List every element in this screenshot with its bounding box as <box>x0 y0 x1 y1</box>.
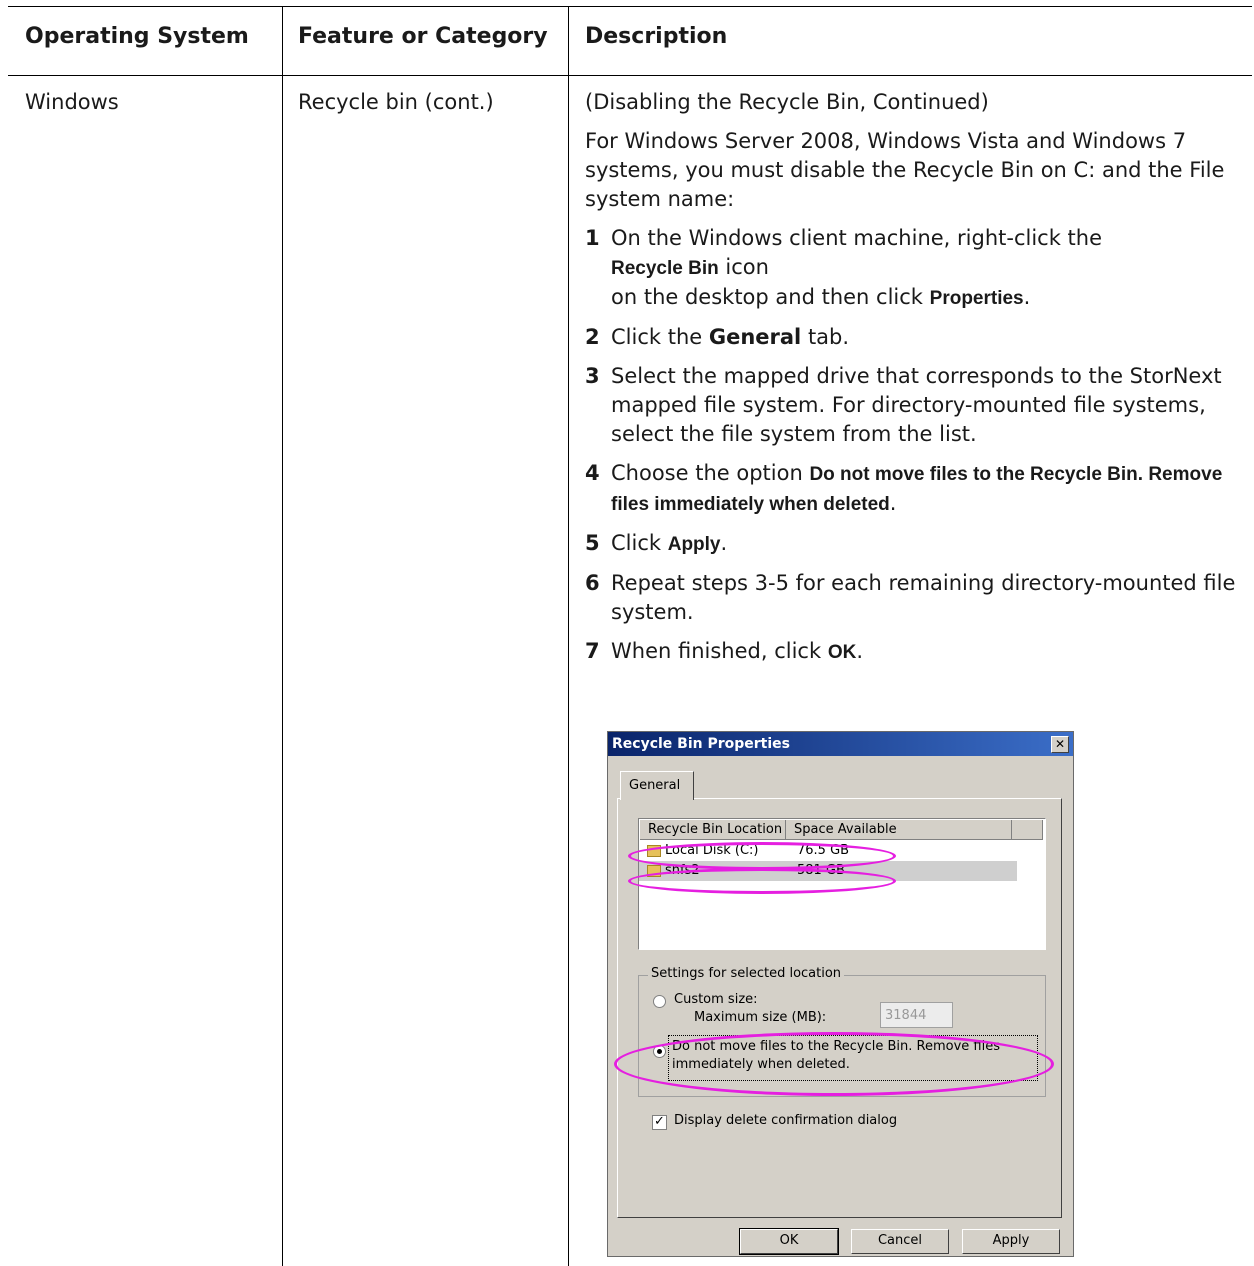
cell-os: Windows <box>25 90 119 114</box>
column-divider <box>282 6 283 1266</box>
description-cell: (Disabling the Recycle Bin, Continued) F… <box>585 88 1245 677</box>
column-header-blank <box>1012 820 1043 840</box>
step-number: 3 <box>585 364 600 388</box>
header-feature: Feature or Category <box>298 24 548 49</box>
step-7: 7 When finished, click OK. <box>585 637 1245 667</box>
step-text: . <box>856 639 863 663</box>
recycle-bin-properties-dialog: Recycle Bin Properties ✕ General Recycle… <box>607 731 1074 1257</box>
tab-general[interactable]: General <box>620 771 694 800</box>
table-top-rule <box>8 6 1252 7</box>
cell-feature: Recycle bin (cont.) <box>298 90 494 114</box>
step-text: . <box>720 531 728 555</box>
close-icon[interactable]: ✕ <box>1051 736 1069 753</box>
step-text: Select the mapped drive that corresponds… <box>611 364 1222 446</box>
ui-term: OK <box>827 642 857 663</box>
tab-label: General <box>629 778 681 793</box>
header-operating-system: Operating System <box>25 24 249 49</box>
step-number: 6 <box>585 571 600 595</box>
ui-term: Recycle Bin <box>611 258 719 279</box>
highlight-oval <box>628 842 896 870</box>
cancel-button[interactable]: Cancel <box>851 1229 949 1254</box>
step-text: icon <box>718 255 769 279</box>
ui-term: Apply <box>667 534 721 555</box>
ui-term: Properties <box>929 288 1024 309</box>
custom-size-radio[interactable] <box>653 995 666 1008</box>
step-number: 7 <box>585 639 600 663</box>
display-confirm-checkbox[interactable]: ✓ <box>652 1115 667 1130</box>
step-text: tab. <box>801 325 850 349</box>
step-5: 5 Click Apply. <box>585 529 1245 559</box>
apply-button[interactable]: Apply <box>962 1229 1060 1254</box>
step-number: 1 <box>585 226 600 250</box>
ok-button[interactable]: OK <box>739 1228 839 1255</box>
step-text: When finished, click <box>611 639 828 663</box>
custom-size-label: Custom size: <box>674 992 758 1007</box>
table-header-rule <box>8 75 1252 76</box>
step-4: 4 Choose the option Do not move files to… <box>585 459 1245 519</box>
display-confirm-label: Display delete confirmation dialog <box>674 1113 898 1128</box>
step-number: 2 <box>585 325 600 349</box>
step-text: Click the <box>611 325 709 349</box>
step-text: On the Windows client machine, right-cli… <box>611 226 1102 250</box>
highlight-oval <box>614 1032 1054 1096</box>
highlight-oval <box>628 868 896 894</box>
step-6: 6 Repeat steps 3-5 for each remaining di… <box>585 569 1245 627</box>
ui-term: General <box>708 325 802 349</box>
step-text: . <box>889 491 897 515</box>
step-number: 5 <box>585 531 600 555</box>
group-label: Settings for selected location <box>648 966 845 981</box>
max-size-label: Maximum size (MB): <box>694 1010 827 1025</box>
column-header-space[interactable]: Space Available <box>786 820 1012 840</box>
column-divider <box>568 6 569 1266</box>
step-number: 4 <box>585 461 600 485</box>
step-text: Choose the option <box>611 461 810 485</box>
dialog-title: Recycle Bin Properties <box>612 736 791 752</box>
step-1: 1 On the Windows client machine, right-c… <box>585 224 1245 313</box>
step-3: 3 Select the mapped drive that correspon… <box>585 362 1245 449</box>
step-text: . <box>1023 285 1031 309</box>
intro-text: For Windows Server 2008, Windows Vista a… <box>585 129 1225 211</box>
column-header-location[interactable]: Recycle Bin Location <box>640 820 786 840</box>
step-text: Click <box>611 531 668 555</box>
dialog-title-bar: Recycle Bin Properties ✕ <box>608 732 1073 756</box>
step-2: 2 Click the General tab. <box>585 323 1245 352</box>
header-description: Description <box>585 24 728 49</box>
intro-heading: (Disabling the Recycle Bin, Continued) <box>585 90 989 114</box>
step-text: Repeat steps 3-5 for each remaining dire… <box>611 571 1236 624</box>
max-size-input[interactable]: 31844 <box>880 1002 953 1028</box>
step-text: on the desktop and then click <box>611 285 930 309</box>
